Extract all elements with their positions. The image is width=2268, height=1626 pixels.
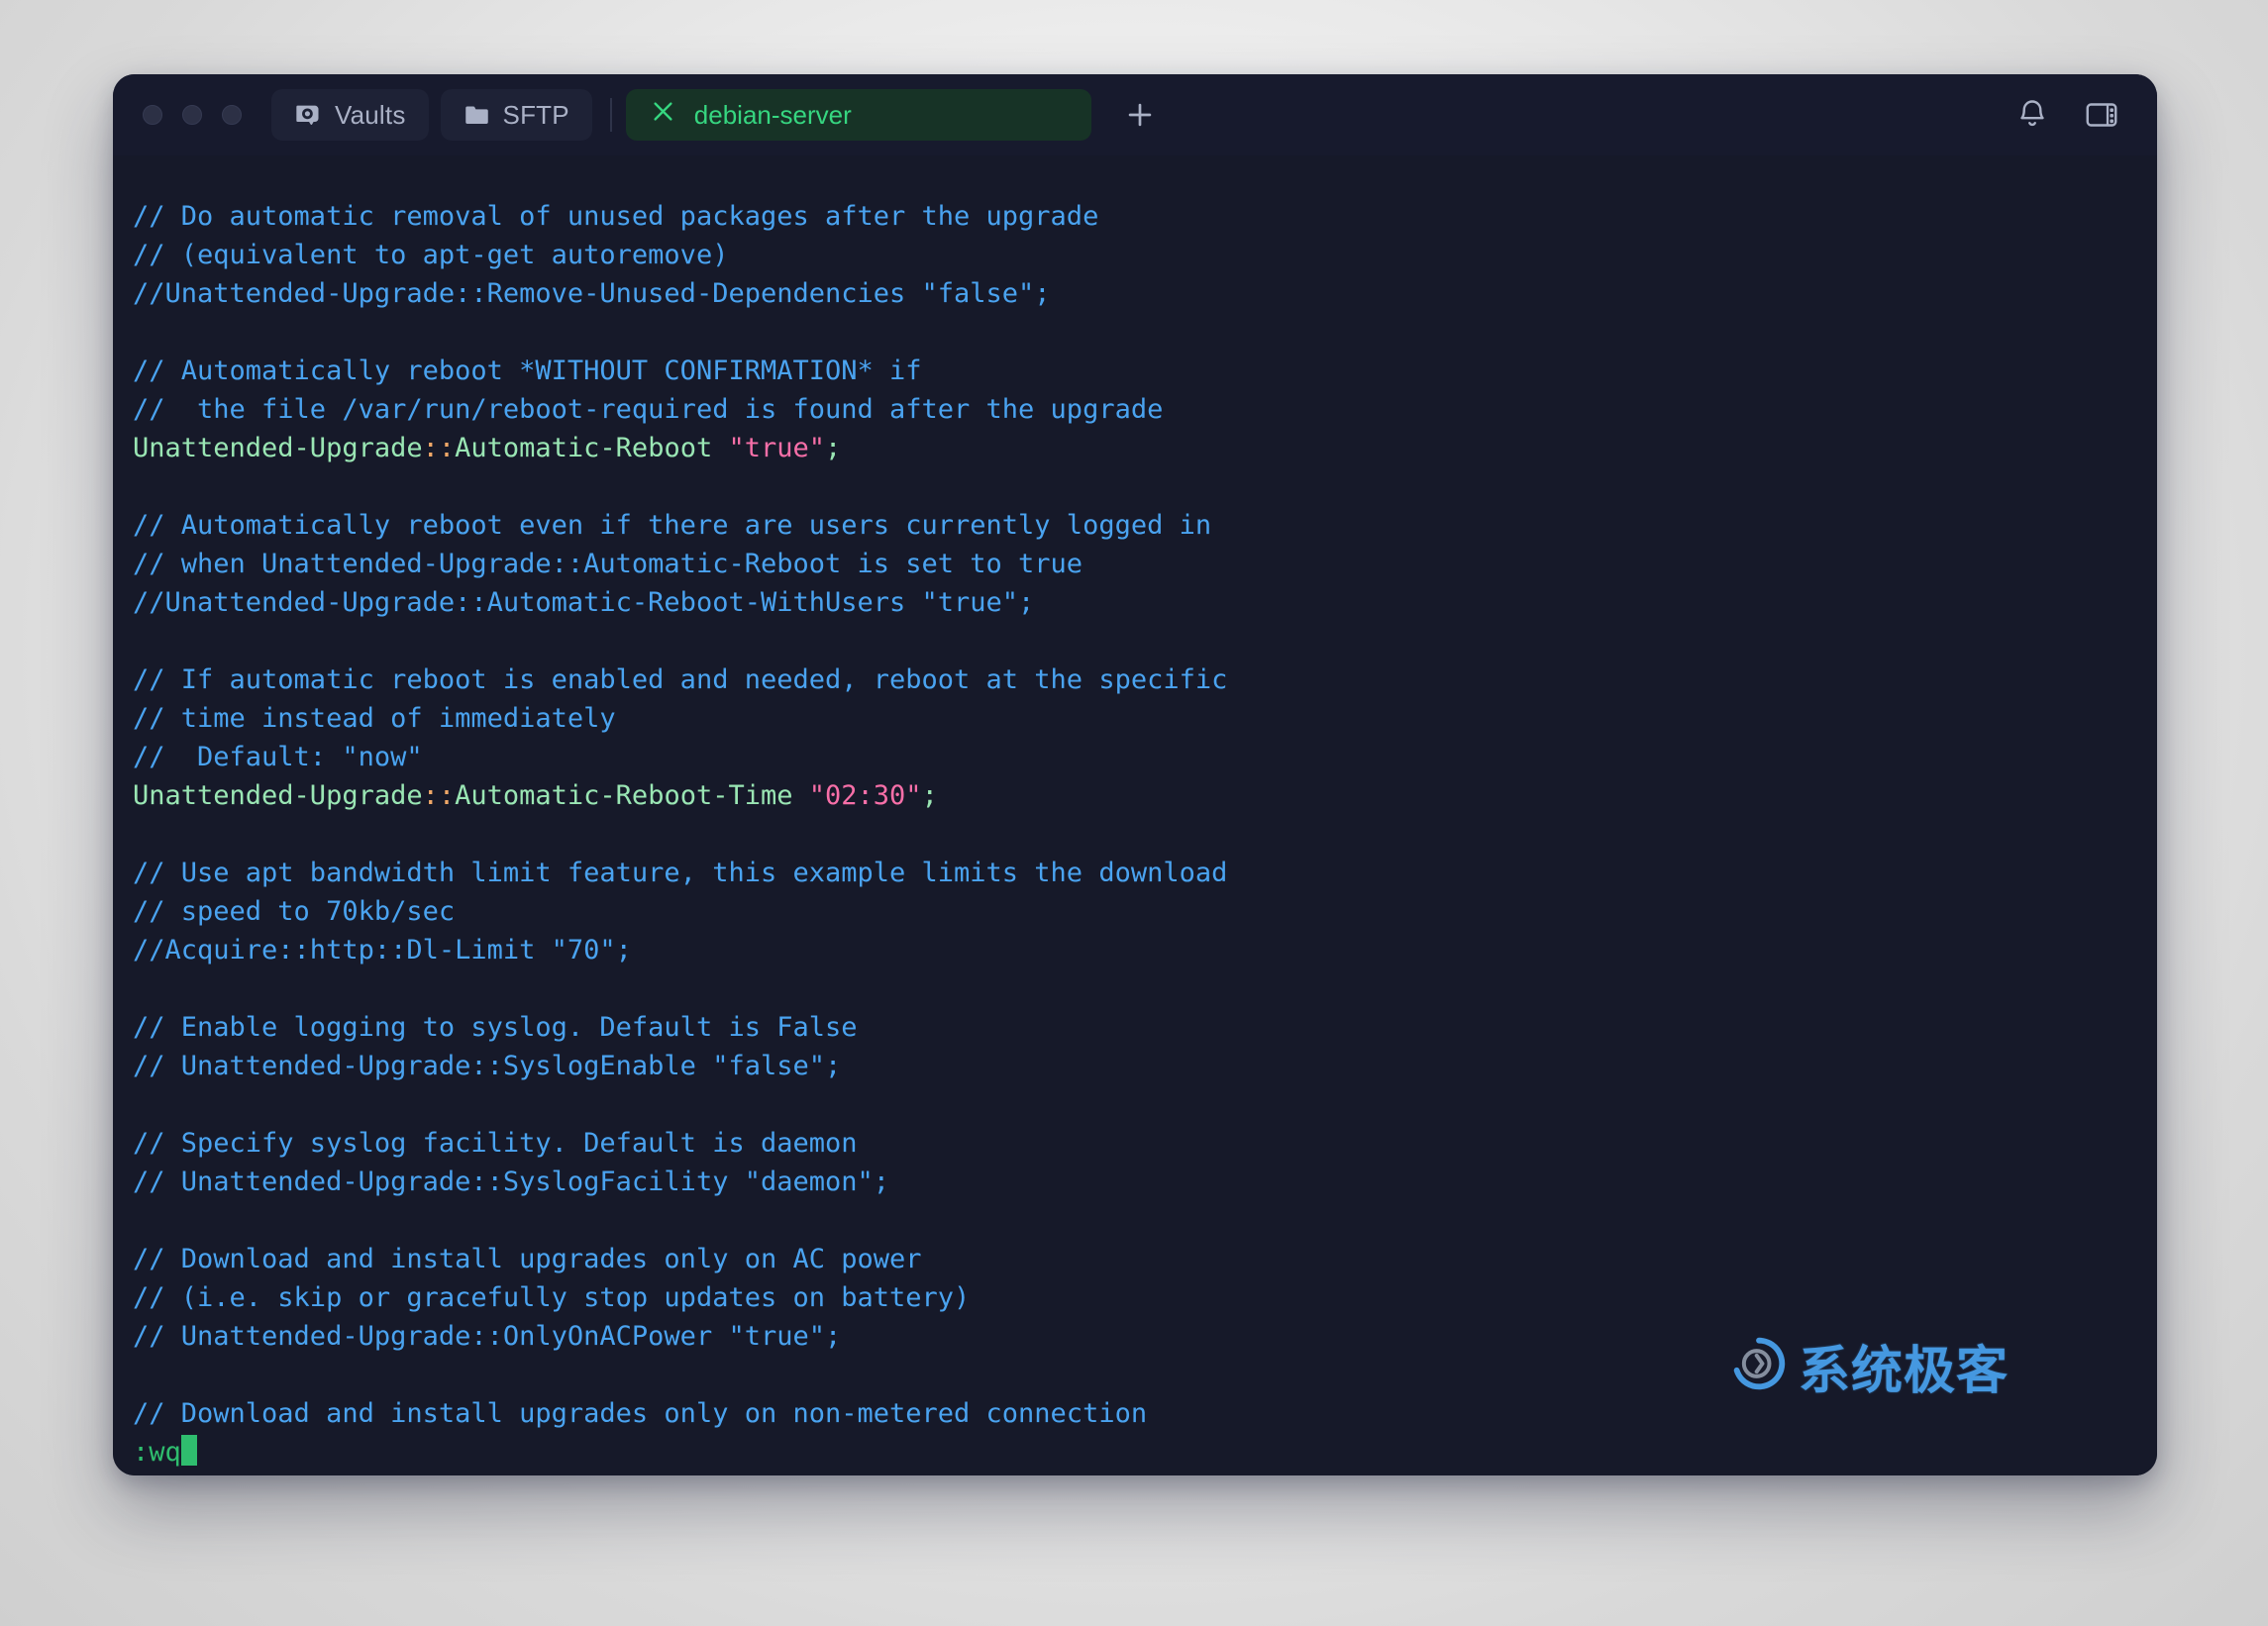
bell-icon[interactable] [2014,97,2050,133]
command-text: :wq [133,1437,181,1468]
terminal-comment-line: // (equivalent to apt-get autoremove) [133,236,2157,274]
window-titlebar: Vaults SFTP debian-server [113,74,2157,155]
directive-value: "true" [728,433,826,463]
directive-terminator: ; [825,433,842,463]
terminal-comment-line: //Acquire::http::Dl-Limit "70"; [133,931,2157,969]
tab-label: debian-server [693,99,852,130]
terminal-comment-line: // If automatic reboot is enabled and ne… [133,661,2157,699]
terminal-comment-line: // Default: "now" [133,738,2157,776]
terminal-command-line[interactable]: :wq [133,1433,2157,1472]
directive-namespace: Unattended-Upgrade [133,780,423,811]
maximize-window-button[interactable] [222,105,242,125]
comment-text: // Download and install upgrades only on… [133,1244,922,1274]
terminal-comment-line: // Unattended-Upgrade::OnlyOnACPower "tr… [133,1317,2157,1356]
comment-text: // when Unattended-Upgrade::Automatic-Re… [133,549,1083,579]
comment-text: // (equivalent to apt-get autoremove) [133,240,729,270]
directive-space [793,780,809,811]
comment-text: // If automatic reboot is enabled and ne… [133,664,1228,695]
terminal-comment-line: // speed to 70kb/sec [133,892,2157,931]
vaults-button[interactable]: Vaults [271,89,429,141]
terminal-comment-line: //Unattended-Upgrade::Remove-Unused-Depe… [133,274,2157,313]
comment-text: // time instead of immediately [133,703,616,734]
close-window-button[interactable] [143,105,162,125]
terminal-window: Vaults SFTP debian-server // Do automati… [113,74,2157,1475]
new-tab-button[interactable] [1117,92,1163,138]
comment-text: // speed to 70kb/sec [133,896,456,927]
comment-text: // Unattended-Upgrade::SyslogFacility "d… [133,1167,890,1197]
comment-text: // Unattended-Upgrade::SyslogEnable "fal… [133,1051,842,1081]
terminal-comment-line: // Automatically reboot *WITHOUT CONFIRM… [133,352,2157,390]
terminal-comment-line: // when Unattended-Upgrade::Automatic-Re… [133,545,2157,583]
terminal-directive-line: Unattended-Upgrade::Automatic-Reboot "tr… [133,429,2157,467]
terminal-comment-line: // Automatically reboot even if there ar… [133,506,2157,545]
comment-text: // Automatically reboot *WITHOUT CONFIRM… [133,356,922,386]
comment-text: // (i.e. skip or gracefully stop updates… [133,1282,971,1313]
sftp-button[interactable]: SFTP [440,89,592,141]
terminal-comment-line: // Download and install upgrades only on… [133,1240,2157,1278]
comment-text: // Specify syslog facility. Default is d… [133,1128,858,1159]
terminal-body[interactable]: // Do automatic removal of unused packag… [113,155,2157,1475]
directive-value: "02:30" [808,780,922,811]
directive-operator: :: [422,780,456,811]
comment-text: //Unattended-Upgrade::Remove-Unused-Depe… [133,278,1051,309]
comment-text: //Acquire::http::Dl-Limit "70"; [133,935,632,965]
traffic-light-group [143,105,242,125]
terminal-comment-line: // Unattended-Upgrade::SyslogEnable "fal… [133,1047,2157,1085]
directive-name: Automatic-Reboot-Time [455,780,793,811]
terminal-comment-line: // Unattended-Upgrade::SyslogFacility "d… [133,1163,2157,1201]
titlebar-right-actions [2014,97,2131,133]
directive-terminator: ; [921,780,938,811]
terminal-comment-line: // Do automatic removal of unused packag… [133,197,2157,236]
terminal-directive-line: Unattended-Upgrade::Automatic-Reboot-Tim… [133,776,2157,815]
directive-space [712,433,728,463]
directive-namespace: Unattended-Upgrade [133,433,423,463]
terminal-comment-line: // (i.e. skip or gracefully stop updates… [133,1278,2157,1317]
comment-text: // the file /var/run/reboot-required is … [133,394,1164,425]
comment-text: // Automatically reboot even if there ar… [133,510,1212,541]
minimize-window-button[interactable] [182,105,202,125]
panel-layout-icon[interactable] [2084,97,2119,133]
comment-text: // Download and install upgrades only on… [133,1398,1148,1429]
vaults-label: Vaults [335,99,406,130]
terminal-comment-line: // Enable logging to syslog. Default is … [133,1008,2157,1047]
vault-icon [294,101,322,129]
terminal-comment-line: // time instead of immediately [133,699,2157,738]
sftp-label: SFTP [502,99,569,130]
directive-operator: :: [422,433,456,463]
comment-text: //Unattended-Upgrade::Automatic-Reboot-W… [133,587,1035,618]
terminal-comment-line: // Specify syslog facility. Default is d… [133,1124,2157,1163]
comment-text: // Default: "now" [133,742,423,772]
terminal-comment-line: // Use apt bandwidth limit feature, this… [133,854,2157,892]
comment-text: // Enable logging to syslog. Default is … [133,1012,858,1043]
comment-text: // Use apt bandwidth limit feature, this… [133,858,1228,888]
titlebar-separator [609,98,612,132]
close-icon[interactable] [650,98,676,132]
terminal-cursor [180,1435,197,1466]
tab-debian-server[interactable]: debian-server [625,89,1091,141]
terminal-comment-line: // Download and install upgrades only on… [133,1394,2157,1433]
comment-text: // Unattended-Upgrade::OnlyOnACPower "tr… [133,1321,842,1352]
directive-name: Automatic-Reboot [455,433,713,463]
terminal-output: // Do automatic removal of unused packag… [113,197,2157,1472]
terminal-comment-line: // the file /var/run/reboot-required is … [133,390,2157,429]
comment-text: // Do automatic removal of unused packag… [133,201,1099,232]
terminal-comment-line: //Unattended-Upgrade::Automatic-Reboot-W… [133,583,2157,622]
folder-icon [464,102,490,129]
